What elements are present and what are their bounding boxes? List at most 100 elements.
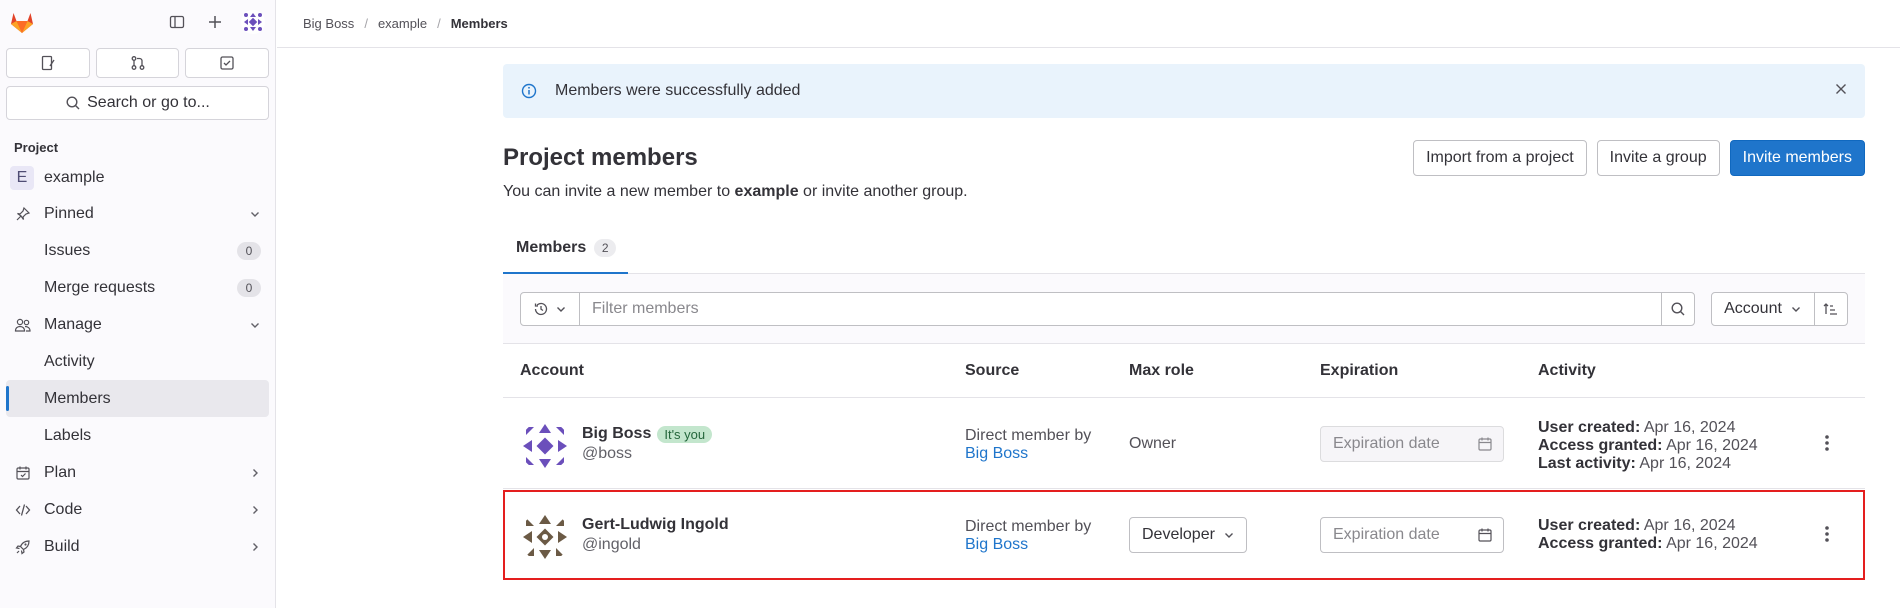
search-icon (66, 96, 80, 110)
members-tabs: Members 2 (503, 224, 1865, 274)
merge-requests-button[interactable] (95, 48, 180, 78)
sidebar-code[interactable]: Code (0, 491, 275, 528)
create-new-icon[interactable] (203, 10, 227, 34)
issues-count-badge: 0 (237, 242, 261, 260)
source-link[interactable]: Big Boss (965, 445, 1091, 463)
issues-icon (41, 55, 55, 71)
code-icon (14, 502, 32, 518)
column-header-activity: Activity (1538, 362, 1596, 379)
project-avatar: E (10, 166, 34, 190)
activity-label: User created: (1538, 517, 1641, 534)
breadcrumb: Big Boss / example / Members (277, 0, 1900, 48)
sidebar-item-merge-requests[interactable]: Merge requests 0 (0, 269, 275, 306)
activity-value: Apr 16, 2024 (1666, 437, 1758, 454)
member-source: Direct member by Big Boss (965, 518, 1091, 554)
search-button[interactable] (1661, 292, 1695, 326)
info-icon (521, 83, 537, 99)
more-actions-icon[interactable] (1819, 433, 1835, 458)
pin-icon (14, 206, 32, 222)
todos-button[interactable] (185, 48, 270, 78)
expiration-date-input[interactable]: Expiration date (1320, 517, 1504, 553)
sidebar-toggle-icon[interactable] (165, 10, 189, 34)
merge-requests-count-badge: 0 (237, 279, 261, 297)
sidebar-item-labels[interactable]: Labels (0, 417, 275, 454)
sidebar-item-members[interactable]: Members (6, 380, 269, 417)
table-row: Gert-Ludwig Ingold @ingold Direct member… (503, 490, 1865, 580)
sidebar-item-label: Issues (44, 241, 91, 259)
member-name: Gert-Ludwig Ingold (582, 516, 729, 534)
sidebar-plan[interactable]: Plan (0, 454, 275, 491)
activity-value: Apr 16, 2024 (1639, 455, 1731, 472)
chevron-right-icon (249, 466, 261, 484)
recent-searches-button[interactable] (520, 292, 580, 326)
column-header-account: Account (520, 362, 584, 379)
breadcrumb-item[interactable]: example (378, 16, 427, 31)
sidebar-item-label: Merge requests (44, 278, 156, 296)
source-link[interactable]: Big Boss (965, 536, 1091, 554)
member-name-text[interactable]: Gert-Ludwig Ingold (582, 516, 729, 534)
sort-ascending-icon (1823, 303, 1837, 315)
tab-members[interactable]: Members 2 (503, 224, 628, 274)
subtitle-text: or invite another group. (798, 183, 968, 200)
section-label: Project (14, 140, 59, 155)
calendar-icon[interactable] (1477, 527, 1493, 548)
user-avatar-icon[interactable] (241, 10, 265, 34)
expiration-placeholder: Expiration date (1333, 526, 1440, 543)
avatar[interactable] (520, 421, 570, 471)
assigned-issues-button[interactable] (6, 48, 90, 78)
activity-line: User created: Apr 16, 2024 (1538, 517, 1758, 535)
build-label: Build (44, 537, 80, 555)
table-header: Account Source Max role Expiration Activ… (503, 344, 1865, 398)
activity-label: Last activity: (1538, 455, 1636, 472)
role-selected-value: Developer (1142, 526, 1215, 543)
import-from-project-button[interactable]: Import from a project (1413, 140, 1587, 176)
sidebar-item-label: Activity (44, 352, 95, 370)
sidebar-pinned[interactable]: Pinned (0, 195, 275, 232)
sort-by-dropdown[interactable]: Account (1711, 292, 1815, 326)
chevron-right-icon (249, 540, 261, 558)
activity-value: Apr 16, 2024 (1666, 535, 1758, 552)
sidebar-build[interactable]: Build (0, 528, 275, 565)
filter-members-input[interactable] (579, 292, 1662, 326)
activity-label: Access granted: (1538, 535, 1663, 552)
activity-line: Last activity: Apr 16, 2024 (1538, 455, 1758, 473)
calendar-icon (1477, 436, 1493, 457)
chevron-down-icon (249, 207, 261, 225)
project-link[interactable]: E example (0, 161, 275, 195)
member-username: @ingold (582, 536, 641, 553)
max-role-text: Owner (1129, 435, 1177, 452)
subtitle-project-name: example (734, 183, 799, 200)
chevron-down-icon (249, 318, 261, 336)
avatar[interactable] (520, 512, 570, 562)
breadcrumb-item[interactable]: Big Boss (303, 16, 354, 31)
page-title: Project members (503, 144, 698, 171)
invite-members-button[interactable]: Invite members (1729, 140, 1865, 176)
member-username: @boss (582, 445, 633, 462)
more-actions-icon[interactable] (1819, 524, 1835, 549)
column-header-source: Source (965, 362, 1020, 379)
alert-message: Members were successfully added (555, 82, 801, 99)
max-role-dropdown[interactable]: Developer (1129, 517, 1247, 553)
activity-line: Access granted: Apr 16, 2024 (1538, 535, 1758, 553)
subtitle-text: You can invite a new member to (503, 183, 735, 200)
member-activity: User created: Apr 16, 2024 Access grante… (1538, 419, 1758, 473)
activity-line: Access granted: Apr 16, 2024 (1538, 437, 1758, 455)
sort-direction-button[interactable] (1814, 292, 1848, 326)
chevron-down-icon (557, 307, 565, 312)
sidebar-manage[interactable]: Manage (0, 306, 275, 343)
sidebar-item-activity[interactable]: Activity (0, 343, 275, 380)
sidebar-item-issues[interactable]: Issues 0 (0, 232, 275, 269)
invite-group-button[interactable]: Invite a group (1596, 140, 1720, 176)
gitlab-logo-icon[interactable] (8, 8, 36, 41)
merge-request-icon (131, 56, 144, 70)
search-icon (1671, 302, 1685, 316)
member-name-text[interactable]: Big Boss (582, 425, 651, 443)
breadcrumb-current[interactable]: Members (451, 16, 508, 31)
search-button[interactable]: Search or go to... (6, 86, 269, 120)
pinned-label: Pinned (44, 204, 94, 222)
close-icon[interactable] (1833, 81, 1849, 102)
member-name: Big Boss It's you (582, 425, 713, 443)
sort-label: Account (1724, 300, 1782, 317)
chevron-down-icon (1224, 533, 1233, 538)
column-header-expiration: Expiration (1320, 362, 1399, 379)
